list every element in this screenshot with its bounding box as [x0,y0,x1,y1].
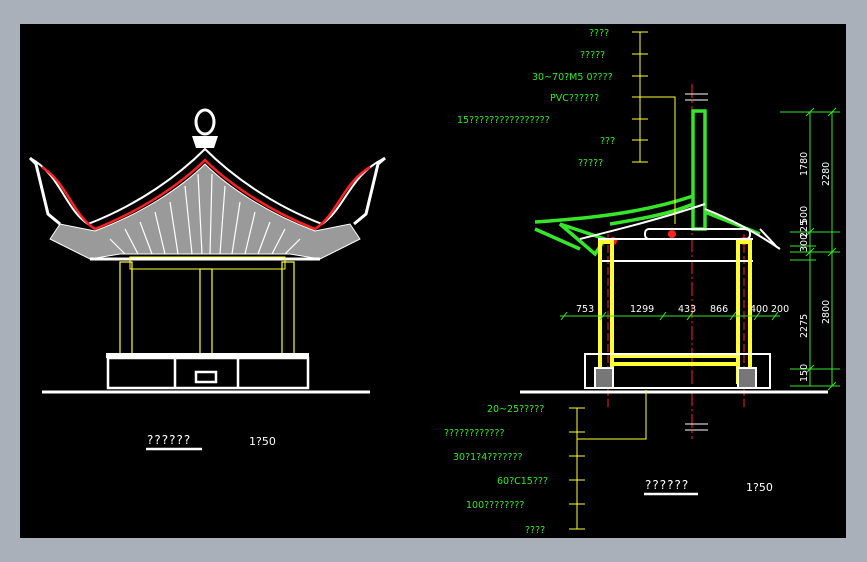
note-top-6: ??? [600,136,615,147]
section-beams [598,238,753,262]
dim-753: 753 [576,304,594,315]
right-drawing-title: ?????? [645,478,689,492]
note-top-3: 30~70?M5 0???? [532,72,613,83]
note-top-7: ????? [578,158,603,169]
note-bottom-2: ???????????? [444,428,505,439]
roof-section-green [534,109,761,257]
left-drawing-scale: 1?50 [249,435,276,448]
left-drawing-title: ?????? [147,433,191,447]
note-top-5: 15???????????????? [457,115,550,126]
pavilion-section: 753 1299 433 866 400 200 1780 300 225 50… [444,28,840,536]
dim-400: 400 [750,304,768,315]
bottom-notes: 20~25????? ???????????? 30?1?4??????? 60… [444,390,647,536]
note-bottom-1: 20~25????? [487,404,544,415]
note-top-2: ????? [580,50,605,61]
dim-1299: 1299 [630,304,654,315]
note-bottom-5: 100???????? [466,500,524,511]
note-bottom-3: 30?1?4??????? [453,452,523,463]
dim-866: 866 [710,304,728,315]
vertical-dimension-labels: 1780 300 225 500 2275 150 2280 2800 [799,152,832,382]
svg-text:500: 500 [799,206,810,224]
pavilion-front-elevation: ?????? 1?50 [28,108,386,451]
dim-433: 433 [678,304,696,315]
svg-text:2275: 2275 [799,314,810,338]
horizontal-dimensions: 753 1299 433 866 400 200 [560,304,789,321]
note-top-1: ???? [589,28,609,39]
roof-tiles [49,163,361,260]
platform-base [106,356,310,390]
cad-drawing-canvas: ?????? 1?50 753 1299 433 866 400 200 178… [20,24,846,538]
svg-text:150: 150 [799,364,810,382]
cad-drawing: ?????? 1?50 753 1299 433 866 400 200 178… [28,28,840,536]
roof-ridge-top [192,136,218,148]
roof-finial [194,108,216,136]
svg-text:2800: 2800 [821,300,832,324]
dim-200: 200 [771,304,789,315]
top-notes: ???? ????? 30~70?M5 0???? PVC?????? 15??… [457,28,676,224]
svg-text:1780: 1780 [799,152,810,176]
note-bottom-4: 60?C15??? [497,476,548,487]
note-bottom-6: ???? [525,525,545,536]
right-drawing-scale: 1?50 [746,481,773,494]
svg-text:2280: 2280 [821,162,832,186]
note-top-4: PVC?????? [550,93,599,104]
columns [119,261,295,356]
vertical-dimensions [780,107,840,391]
